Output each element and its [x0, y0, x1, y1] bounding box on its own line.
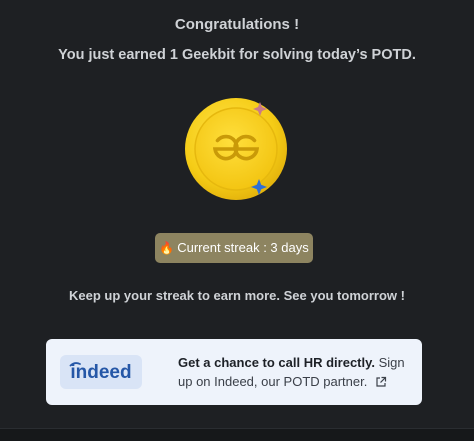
current-streak-badge: 🔥 Current streak : 3 days: [155, 233, 313, 263]
streak-tagline: Keep up your streak to earn more. See yo…: [69, 288, 405, 303]
partner-message[interactable]: Get a chance to call HR directly. Sign u…: [178, 353, 414, 393]
footer-strip: [0, 428, 474, 441]
geekbit-coin-icon: [180, 96, 292, 200]
indeed-partner-card[interactable]: indeed Get a chance to call HR directly.…: [46, 339, 422, 405]
potd-reward-modal: Congratulations ! You just earned 1 Geek…: [0, 0, 474, 441]
external-link-icon[interactable]: [375, 374, 387, 393]
svg-text:indeed: indeed: [70, 362, 131, 383]
modal-subtitle: You just earned 1 Geekbit for solving to…: [58, 47, 416, 63]
streak-label: Current streak : 3 days: [177, 240, 309, 255]
modal-title: Congratulations !: [174, 16, 300, 33]
indeed-logo: indeed: [60, 355, 142, 389]
fire-icon: 🔥: [159, 241, 175, 255]
partner-headline: Get a chance to call HR directly.: [178, 355, 375, 370]
